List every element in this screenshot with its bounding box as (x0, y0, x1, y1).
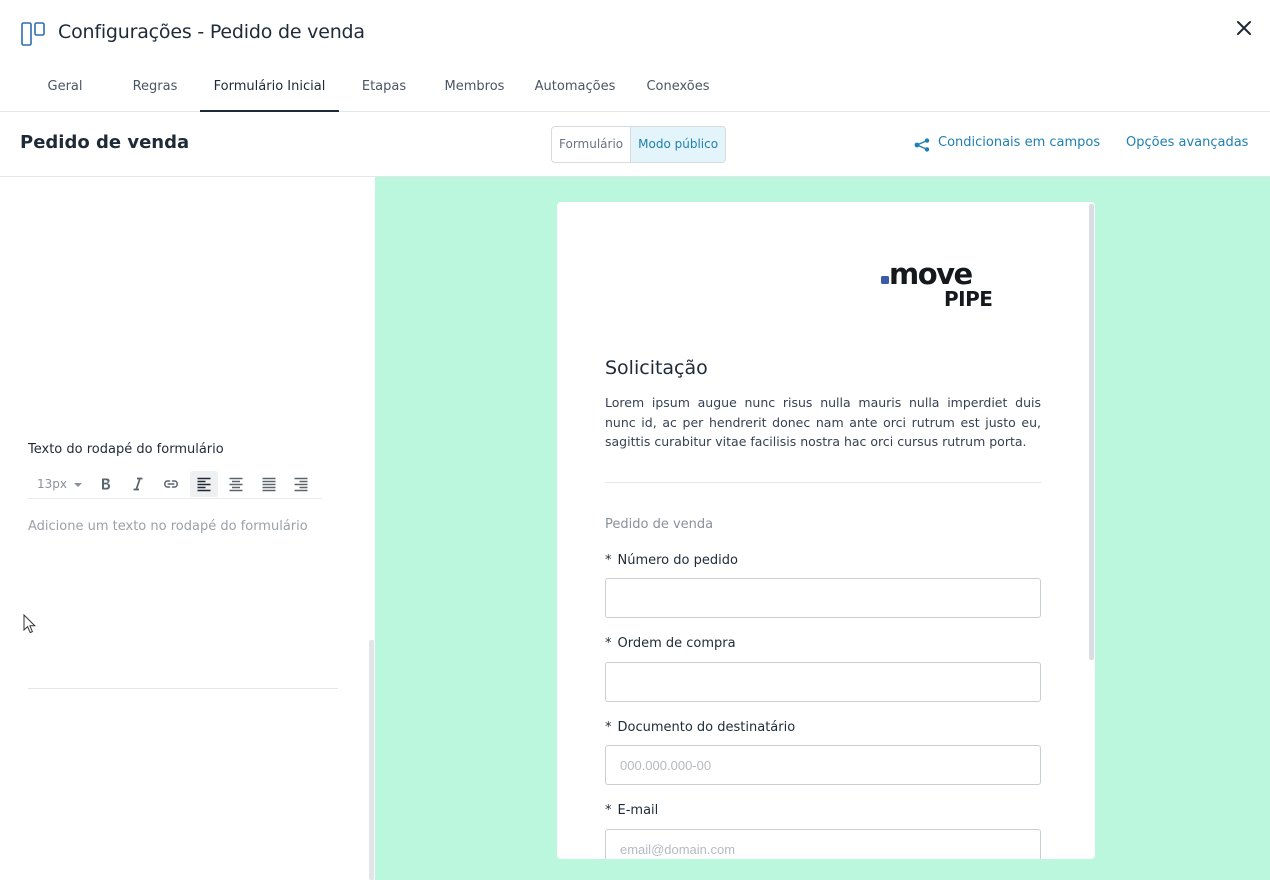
footer-settings-panel: Texto do rodapé do formulário 13px Adici… (0, 177, 375, 880)
company-logo: move PIPE (881, 257, 993, 309)
field-label-numero-pedido: * Número do pedido (605, 553, 738, 568)
align-right-icon (294, 477, 308, 492)
footer-text-editor[interactable]: Adicione um texto no rodapé do formulári… (28, 519, 328, 534)
form-description: Lorem ipsum augue nunc risus nulla mauri… (605, 395, 1041, 449)
align-center-icon (229, 477, 243, 492)
section-title: Pedido de venda (605, 517, 714, 532)
email-input[interactable] (605, 829, 1041, 859)
divider (28, 688, 338, 689)
pipe-icon (21, 22, 45, 46)
numero-pedido-input[interactable] (605, 578, 1041, 618)
tab-membros[interactable]: Membros (432, 66, 517, 112)
tab-automacoes[interactable]: Automações (527, 66, 623, 112)
align-left-button[interactable] (190, 471, 218, 497)
required-asterisk: * (605, 636, 612, 651)
link-icon (164, 480, 178, 488)
italic-button[interactable] (124, 471, 152, 497)
segment-formulario[interactable]: Formulário (552, 127, 630, 162)
link-button[interactable] (157, 471, 185, 497)
field-label-text: E-mail (617, 803, 659, 818)
window-title: Configurações - Pedido de venda (58, 21, 365, 43)
field-label-documento-destinatario: * Documento do destinatário (605, 720, 795, 735)
field-label-ordem-compra: * Ordem de compra (605, 636, 736, 651)
logo-text-pipe: PIPE (944, 287, 992, 309)
tab-regras[interactable]: Regras (118, 66, 192, 112)
logo-text-move: move (889, 257, 973, 291)
ordem-compra-input[interactable] (605, 662, 1041, 702)
close-icon[interactable] (1232, 16, 1256, 40)
view-mode-toggle: Formulário Modo público (551, 126, 727, 163)
documento-destinatario-input[interactable] (605, 745, 1041, 785)
text-format-toolbar: 13px (28, 469, 322, 499)
align-center-button[interactable] (222, 471, 250, 497)
advanced-options-link[interactable]: Opções avançadas (1126, 135, 1248, 150)
italic-icon (133, 477, 143, 491)
conditional-fields-link[interactable]: Condicionais em campos (938, 135, 1100, 150)
tab-conexoes[interactable]: Conexões (633, 66, 723, 112)
footer-text-label: Texto do rodapé do formulário (28, 442, 224, 457)
field-label-email: * E-mail (605, 803, 658, 818)
tab-formulario-inicial[interactable]: Formulário Inicial (200, 66, 339, 112)
share-nodes-icon[interactable] (914, 138, 930, 152)
form-card: move PIPE Solicitação Lorem ipsum augue … (557, 202, 1095, 859)
align-justify-button[interactable] (255, 471, 283, 497)
align-left-icon (197, 477, 211, 492)
divider (605, 482, 1041, 483)
form-scrollbar[interactable] (1089, 204, 1094, 660)
bold-button[interactable] (92, 471, 120, 497)
form-toolbar: Pedido de venda Formulário Modo público … (0, 113, 1270, 177)
font-size-select[interactable]: 13px (37, 477, 82, 491)
field-label-text: Número do pedido (617, 553, 738, 568)
form-title: Solicitação (605, 357, 708, 379)
panel-scrollbar[interactable] (369, 640, 374, 880)
required-asterisk: * (605, 803, 612, 818)
tab-etapas[interactable]: Etapas (347, 66, 421, 112)
segment-modo-publico[interactable]: Modo público (630, 127, 726, 162)
align-right-button[interactable] (287, 471, 315, 497)
field-label-text: Documento do destinatário (617, 720, 796, 735)
header: Configurações - Pedido de venda Geral Re… (0, 0, 1270, 112)
mouse-pointer-icon (23, 614, 37, 634)
caret-down-icon (73, 482, 82, 487)
field-label-text: Ordem de compra (617, 636, 736, 651)
font-size-value: 13px (37, 477, 67, 491)
public-form-preview: move PIPE Solicitação Lorem ipsum augue … (375, 177, 1270, 880)
tab-geral[interactable]: Geral (32, 66, 98, 112)
bold-icon (102, 478, 111, 490)
required-asterisk: * (605, 720, 612, 735)
page-title: Pedido de venda (20, 132, 190, 153)
required-asterisk: * (605, 553, 612, 568)
align-justify-icon (262, 477, 276, 492)
